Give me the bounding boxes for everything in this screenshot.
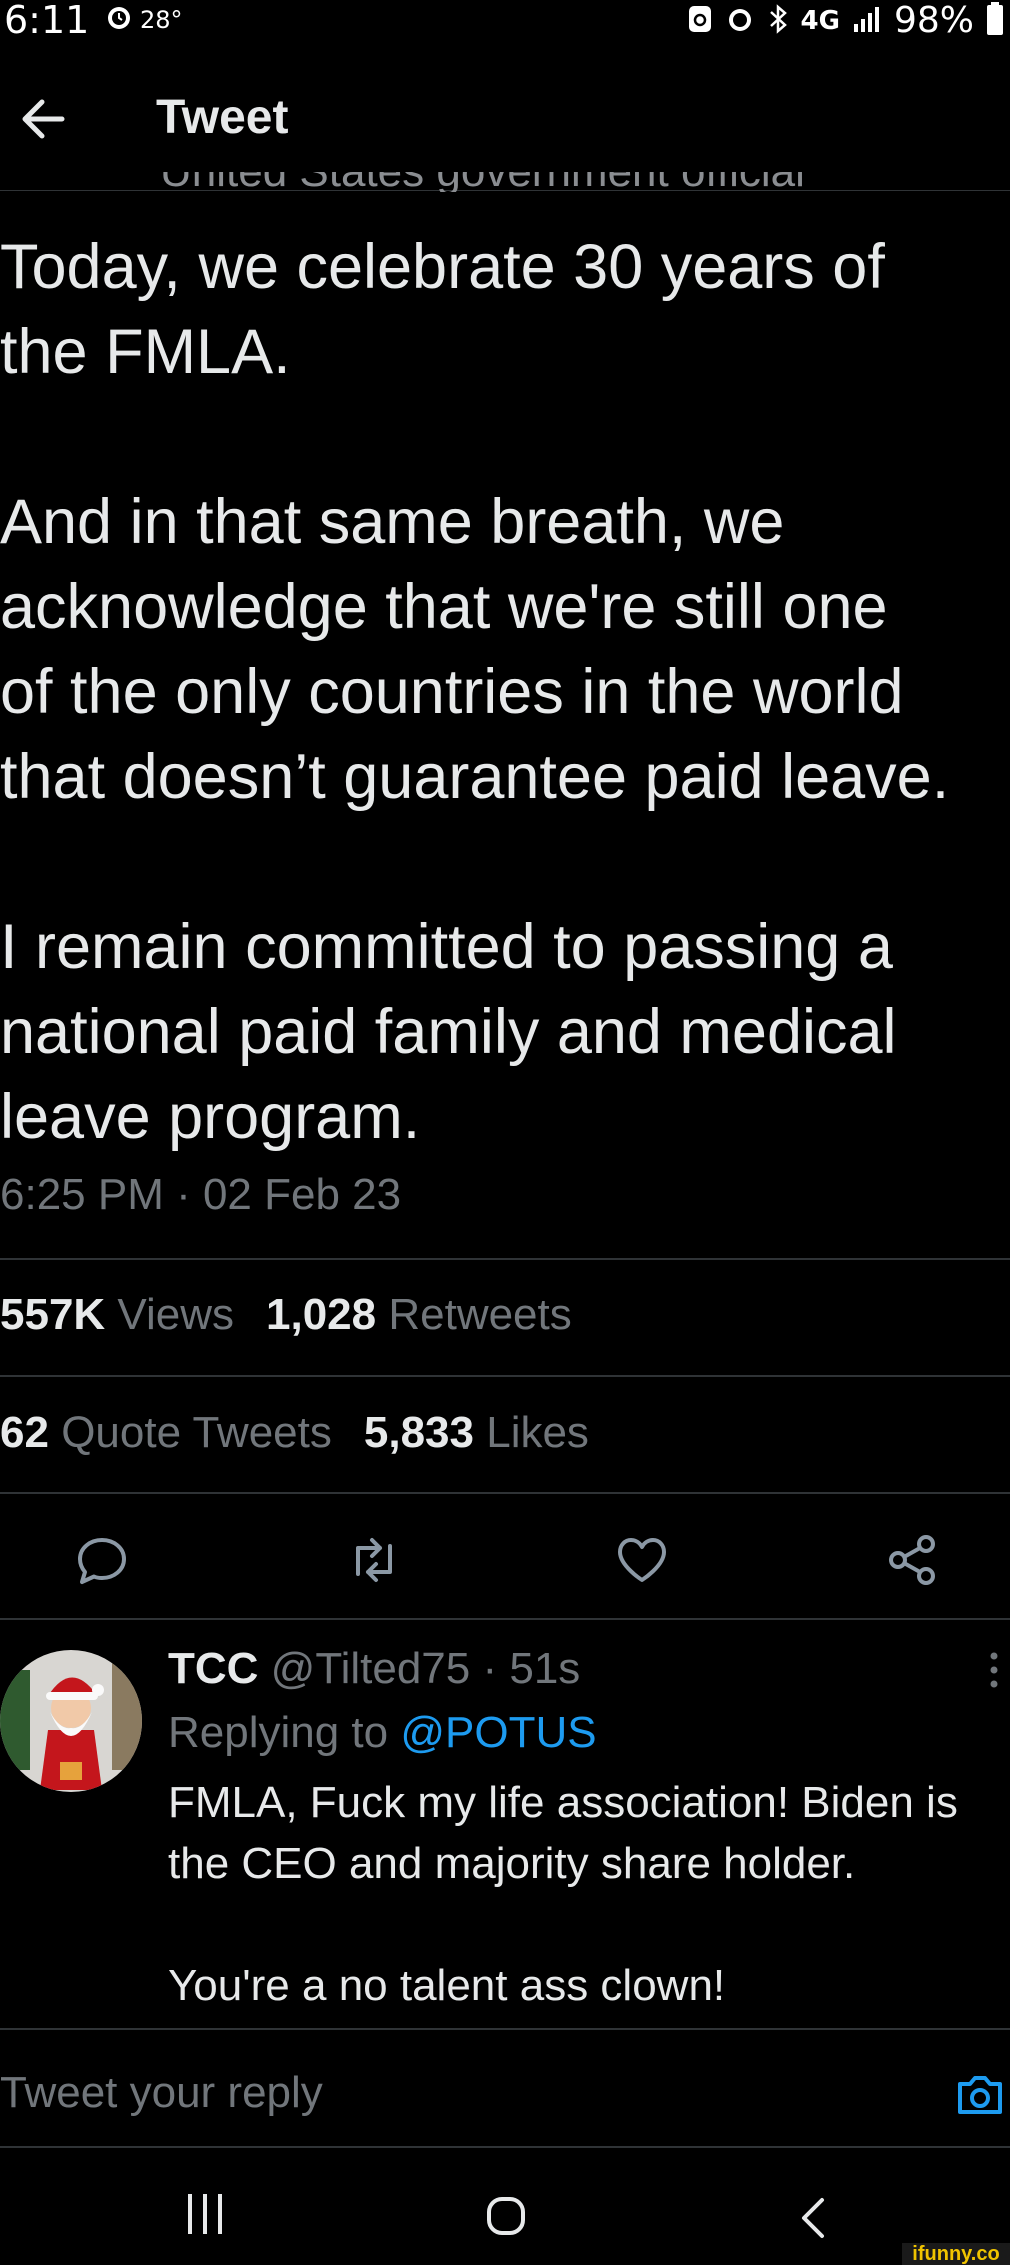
divider [0, 1258, 1010, 1260]
divider [0, 1492, 1010, 1494]
reply-time: · 51s [482, 1644, 581, 1693]
retweet-icon[interactable] [344, 1530, 404, 1590]
alarm-icon [104, 2, 134, 36]
reply-icon[interactable] [72, 1530, 132, 1590]
share-icon[interactable] [882, 1530, 942, 1590]
back-arrow-icon[interactable] [16, 92, 70, 146]
views-label: Views [117, 1290, 234, 1339]
likes-count: 5,833 [363, 1408, 474, 1457]
reply-author-handle[interactable]: @Tilted75 [271, 1644, 471, 1693]
likes-label: Likes [486, 1408, 589, 1457]
status-time: 6:11 [4, 0, 90, 42]
avatar[interactable] [0, 1650, 142, 1792]
retweets-count: 1,028 [266, 1290, 377, 1339]
views-stat[interactable]: 557K Views [0, 1290, 234, 1340]
reply-author-name[interactable]: TCC [168, 1644, 258, 1693]
tweet-timestamp: 6:25 PM · 02 Feb 23 [0, 1170, 402, 1219]
page-title: Tweet [156, 91, 289, 144]
retweets-stat[interactable]: 1,028 Retweets [266, 1290, 572, 1340]
replying-to-prefix: Replying to [168, 1708, 389, 1757]
divider [0, 1375, 1010, 1377]
quotes-count: 62 [0, 1408, 49, 1457]
views-count: 557K [0, 1290, 106, 1339]
more-options-icon[interactable] [988, 1650, 1000, 1690]
reply-text: FMLA, Fuck my life association! Biden is… [168, 1778, 958, 2010]
tweet-text: Today, we celebrate 30 years of the FMLA… [0, 232, 950, 1152]
stats-row-1: 557K Views 1,028 Retweets [0, 1290, 572, 1340]
divider [0, 1618, 1010, 1620]
stats-row-2: 62 Quote Tweets 5,833 Likes [0, 1408, 589, 1458]
status-right-group: 4G 98% [687, 0, 1004, 41]
status-temperature: 28° [140, 6, 183, 34]
network-type: 4G [800, 5, 840, 36]
watermark: ifunny.co [902, 2243, 1010, 2265]
divider [0, 2146, 1010, 2148]
battery-icon [986, 1, 1004, 40]
alarm-icon [725, 4, 755, 38]
battery-percent: 98% [893, 0, 974, 41]
bluetooth-icon [767, 3, 789, 39]
divider [0, 2028, 1010, 2030]
status-bar: 6:11 28° 4G 98% [0, 0, 1010, 42]
author-badge-peek: United States government official [160, 172, 805, 192]
home-icon[interactable] [486, 2196, 526, 2236]
camera-icon[interactable] [954, 2068, 1006, 2120]
likes-stat[interactable]: 5,833 Likes [364, 1408, 589, 1458]
nav-back-icon[interactable] [798, 2196, 828, 2245]
quotes-stat[interactable]: 62 Quote Tweets [0, 1408, 332, 1458]
replying-to-mention[interactable]: @POTUS [400, 1708, 596, 1757]
recycle-icon [687, 4, 713, 38]
retweets-label: Retweets [388, 1290, 572, 1339]
signal-icon [852, 4, 882, 38]
heart-icon[interactable] [612, 1530, 672, 1590]
reply-header: TCC @Tilted75 · 51s [168, 1644, 580, 1694]
recent-apps-icon[interactable] [184, 2192, 226, 2241]
quotes-label: Quote Tweets [61, 1408, 332, 1457]
reply-compose-input[interactable]: Tweet your reply [0, 2068, 323, 2118]
replying-to-line: Replying to @POTUS [168, 1708, 597, 1758]
